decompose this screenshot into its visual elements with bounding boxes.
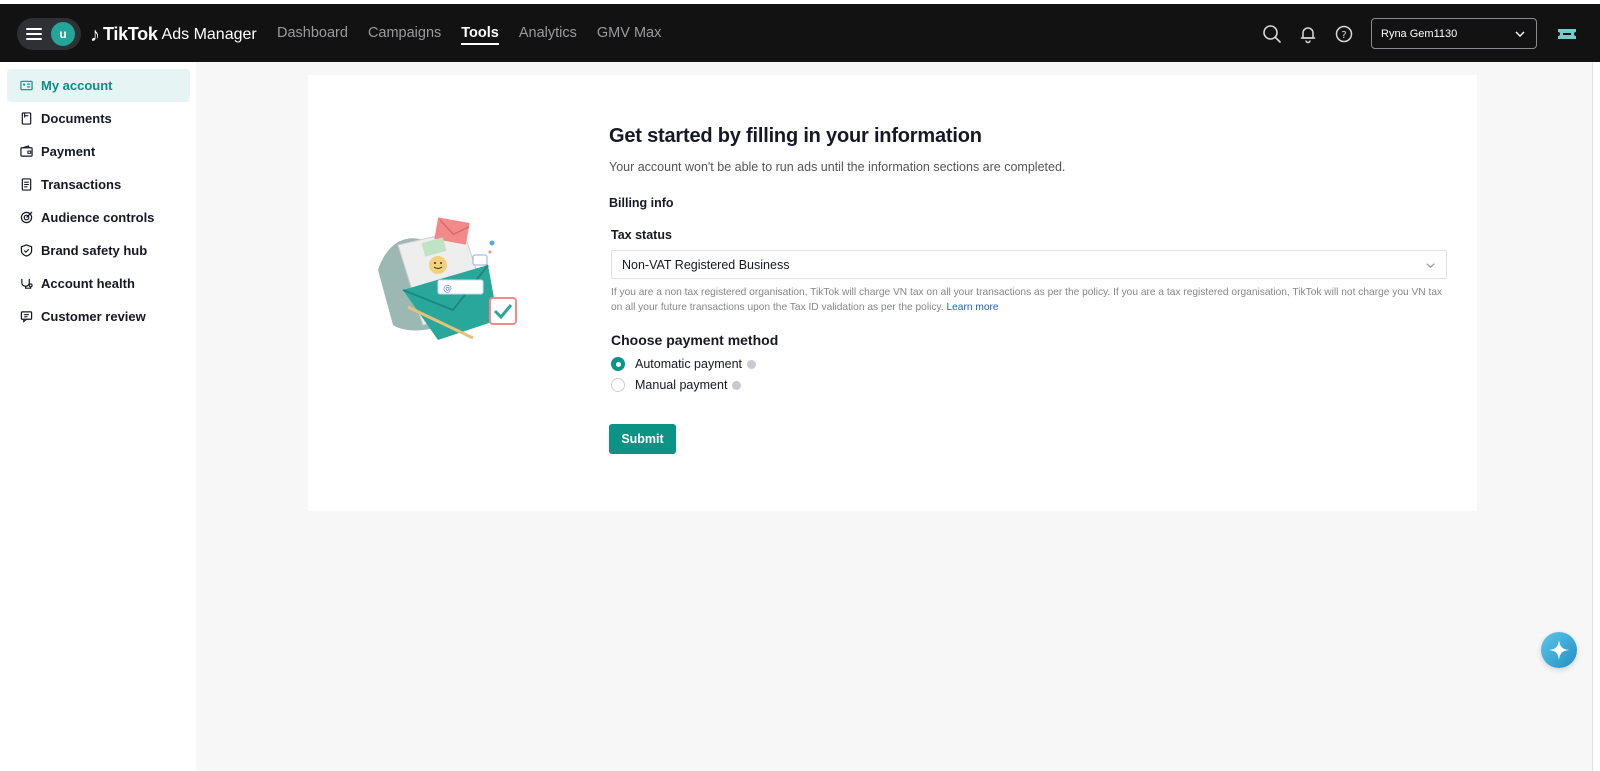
menu-account-toggle[interactable]: u xyxy=(17,18,81,50)
payment-option-label: Manual payment xyxy=(635,378,728,392)
nav-campaigns[interactable]: Campaigns xyxy=(368,4,441,62)
help-icon[interactable]: ? xyxy=(1334,24,1354,44)
hamburger-menu-icon[interactable] xyxy=(26,28,42,40)
sidebar-item-customer-review[interactable]: Customer review xyxy=(7,300,190,333)
sidebar-item-label: Brand safety hub xyxy=(41,243,148,258)
manual-payment-radio[interactable] xyxy=(611,378,625,392)
sidebar: My account Documents Payment Transaction… xyxy=(0,62,196,771)
logo-brand: TikTok xyxy=(103,24,158,44)
nav-analytics[interactable]: Analytics xyxy=(519,4,577,62)
document-icon xyxy=(21,112,32,125)
wallet-icon xyxy=(20,145,33,157)
sidebar-item-label: Transactions xyxy=(41,177,122,192)
sidebar-item-audience-controls[interactable]: Audience controls xyxy=(7,201,190,234)
tax-status-value: Non-VAT Registered Business xyxy=(622,257,790,272)
info-icon[interactable] xyxy=(732,380,742,390)
payment-option-label: Automatic payment xyxy=(635,357,742,371)
info-icon[interactable] xyxy=(747,359,756,369)
account-selector[interactable]: Ryna Gem1130 xyxy=(1371,18,1537,49)
envelope-illustration: @ xyxy=(378,217,517,340)
sidebar-item-account-health[interactable]: Account health xyxy=(7,267,190,300)
target-icon xyxy=(20,211,33,224)
sidebar-item-label: Account health xyxy=(41,276,135,291)
sidebar-item-label: Payment xyxy=(41,144,96,159)
account-name: Ryna Gem1130 xyxy=(1381,27,1458,40)
information-form: Get started by filling in your informati… xyxy=(609,125,1447,454)
sidebar-item-brand-safety-hub[interactable]: Brand safety hub xyxy=(7,234,190,267)
nav-dashboard[interactable]: Dashboard xyxy=(277,4,348,62)
id-card-icon xyxy=(20,80,33,91)
nav-gmv-max[interactable]: GMV Max xyxy=(597,4,661,62)
tiktok-note-icon: ♪ xyxy=(90,23,100,46)
comment-icon xyxy=(20,311,33,323)
payment-option-manual[interactable]: Manual payment xyxy=(611,378,1444,392)
page-title: Get started by filling in your informati… xyxy=(609,125,982,147)
assistant-sparkle-button[interactable] xyxy=(1541,632,1577,668)
tax-help-text: If you are a non tax registered organisa… xyxy=(611,285,1447,315)
main-nav: Dashboard Campaigns Tools Analytics GMV … xyxy=(277,4,681,62)
svg-text:@: @ xyxy=(443,284,452,294)
chevron-down-icon xyxy=(1426,263,1435,269)
tax-help-body: If you are a non tax registered organisa… xyxy=(611,287,1443,313)
scrollbar-track[interactable] xyxy=(1592,62,1600,771)
sidebar-item-transactions[interactable]: Transactions xyxy=(7,168,190,201)
sidebar-item-my-account[interactable]: My account xyxy=(7,69,190,102)
sparkle-icon xyxy=(1549,640,1569,660)
learn-more-link[interactable]: Learn more xyxy=(946,302,998,313)
receipt-icon xyxy=(21,178,32,191)
tax-status-label: Tax status xyxy=(611,228,672,242)
page-subtitle: Your account won't be able to run ads un… xyxy=(609,160,1066,174)
onboarding-card: @ Get started by filling in your informa… xyxy=(308,75,1477,511)
sidebar-item-documents[interactable]: Documents xyxy=(7,102,190,135)
billing-info-label: Billing info xyxy=(609,196,674,210)
sidebar-item-label: Documents xyxy=(41,111,112,126)
search-icon[interactable] xyxy=(1262,24,1282,44)
sidebar-item-label: My account xyxy=(41,78,113,93)
payment-method-title: Choose payment method xyxy=(611,332,779,348)
top-navigation-bar: u ♪ TikTok Ads Manager Dashboard Campaig… xyxy=(0,4,1600,62)
ticket-icon[interactable] xyxy=(1557,26,1577,42)
health-icon xyxy=(21,278,33,289)
sidebar-item-label: Customer review xyxy=(41,309,146,324)
automatic-payment-radio[interactable] xyxy=(611,357,625,371)
sidebar-item-payment[interactable]: Payment xyxy=(7,135,190,168)
chevron-down-icon xyxy=(1515,31,1525,38)
logo-product: Ads Manager xyxy=(161,25,257,43)
tiktok-ads-manager-logo[interactable]: ♪ TikTok Ads Manager xyxy=(90,24,257,45)
user-avatar[interactable]: u xyxy=(51,22,75,46)
tax-status-select[interactable]: Non-VAT Registered Business xyxy=(611,250,1447,279)
bell-icon[interactable] xyxy=(1298,24,1318,44)
sidebar-item-label: Audience controls xyxy=(41,210,155,225)
svg-text:?: ? xyxy=(1341,30,1346,41)
nav-tools[interactable]: Tools xyxy=(461,4,499,62)
shield-icon xyxy=(20,244,33,257)
payment-option-automatic[interactable]: Automatic payment xyxy=(611,357,1444,371)
submit-button[interactable]: Submit xyxy=(609,424,676,454)
